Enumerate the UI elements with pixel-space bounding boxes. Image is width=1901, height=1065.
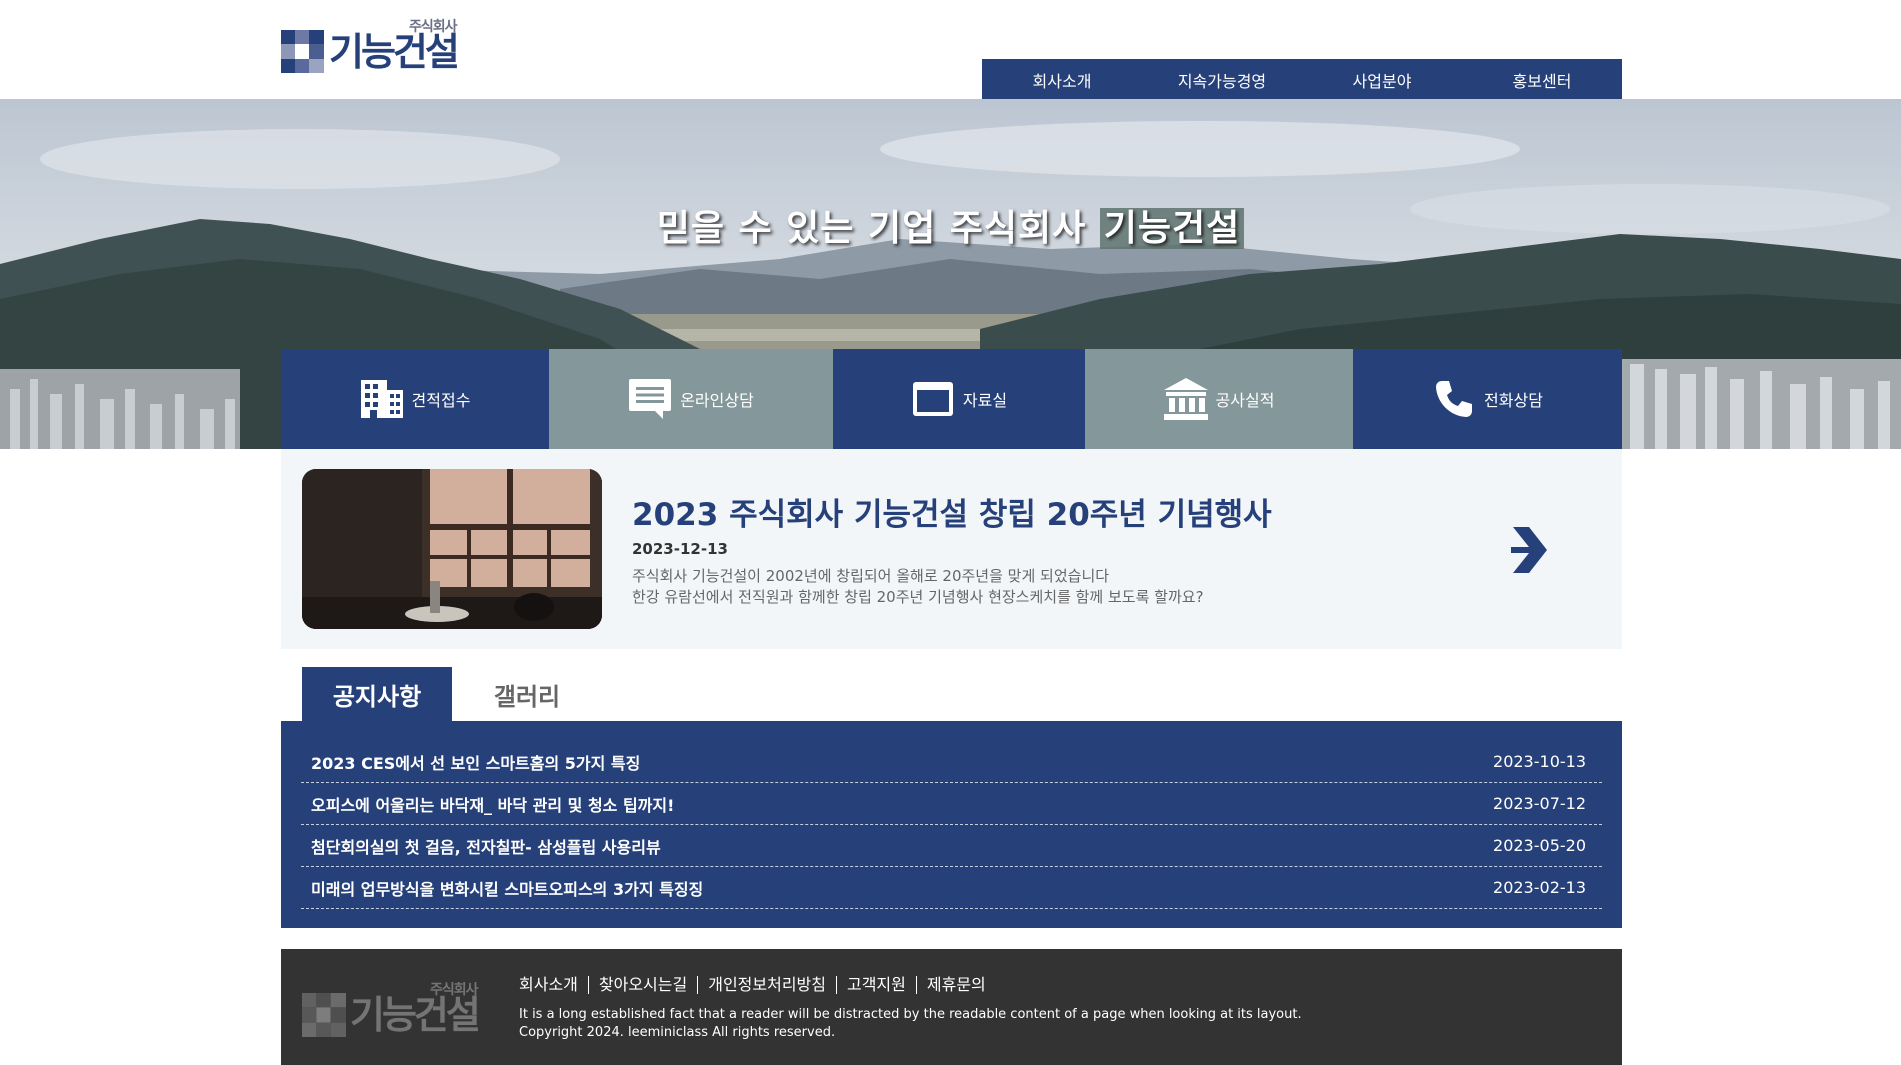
notice-date: 2023-10-13 <box>1493 752 1586 771</box>
notice-title: 오피스에 어울리는 바닥재_ 바닥 관리 및 청소 팁까지! <box>311 795 675 815</box>
nav-item-pr[interactable]: 홍보센터 <box>1462 59 1622 100</box>
chat-icon <box>628 377 672 421</box>
news-description-line: 한강 유람선에서 전직원과 함께한 창립 20주년 기념행사 현장스케치를 함께… <box>632 588 1204 606</box>
quick-estimate[interactable]: 견적접수 <box>281 349 549 449</box>
footer-logo: 주식회사 기능건설 <box>302 979 492 1039</box>
header: 주식회사 기능건설 회사소개 지속가능경영 사업분야 홍보센터 <box>0 0 1901 100</box>
notice-date: 2023-05-20 <box>1493 836 1586 855</box>
quick-phone-consult-label: 전화상담 <box>1484 391 1543 410</box>
hero-title-highlight: 기능건설 <box>1099 208 1245 249</box>
notice-date: 2023-07-12 <box>1493 794 1586 813</box>
quick-online-consult-label: 온라인상담 <box>680 391 754 410</box>
logo-mark <box>281 30 324 73</box>
nav-item-about[interactable]: 회사소개 <box>982 59 1142 100</box>
page: 주식회사 기능건설 회사소개 지속가능경영 사업분야 홍보센터 믿을 수 있는 … <box>0 0 1901 1065</box>
quick-online-consult[interactable]: 온라인상담 <box>549 349 833 449</box>
news-description: 주식회사 기능건설이 2002년에 창립되어 올해로 20주년을 맞게 되었습니… <box>632 566 1204 608</box>
footer-links: 회사소개 찾아오시는길 개인정보처리방침 고객지원 제휴문의 <box>519 976 996 994</box>
notice-date: 2023-02-13 <box>1493 878 1586 897</box>
quick-estimate-label: 견적접수 <box>411 391 471 410</box>
footer-copyright: Copyright 2024. leeminiclass All rights … <box>519 1025 836 1040</box>
logo[interactable]: 주식회사 기능건설 <box>281 16 473 76</box>
footer: 주식회사 기능건설 회사소개 찾아오시는길 개인정보처리방침 고객지원 제휴문의… <box>281 949 1622 1065</box>
quick-archive[interactable]: 자료실 <box>833 349 1085 449</box>
news-description-line: 주식회사 기능건설이 2002년에 창립되어 올해로 20주년을 맞게 되었습니… <box>632 567 1110 585</box>
arrow-right-icon[interactable] <box>1509 525 1549 575</box>
notice-board: 2023 CES에서 선 보인 스마트홈의 5가지 특징 2023-10-13 … <box>281 721 1622 928</box>
quick-archive-label: 자료실 <box>962 391 1008 410</box>
quick-portfolio-label: 공사실적 <box>1215 391 1275 410</box>
tab-gallery[interactable]: 갤러리 <box>452 667 602 721</box>
quick-portfolio[interactable]: 공사실적 <box>1085 349 1353 449</box>
news-title[interactable]: 2023 주식회사 기능건설 창립 20주년 기념행사 <box>632 489 1272 534</box>
notice-title: 첨단회의실의 첫 걸음, 전자칠판- 삼성플립 사용리뷰 <box>311 837 661 857</box>
footer-link-about[interactable]: 회사소개 <box>519 976 588 994</box>
hero-title-text: 믿을 수 있는 기업 주식회사 <box>656 208 1100 249</box>
nav-item-sustainability[interactable]: 지속가능경영 <box>1142 59 1302 100</box>
tab-notice[interactable]: 공지사항 <box>302 667 452 721</box>
phone-icon <box>1432 377 1476 421</box>
main-nav: 회사소개 지속가능경영 사업분야 홍보센터 <box>982 59 1622 100</box>
notice-title: 미래의 업무방식을 변화시킬 스마트오피스의 3가지 특징징 <box>311 879 704 899</box>
notice-title: 2023 CES에서 선 보인 스마트홈의 5가지 특징 <box>311 753 641 773</box>
footer-logo-title: 기능건설 <box>350 993 481 1037</box>
notice-row[interactable]: 오피스에 어울리는 바닥재_ 바닥 관리 및 청소 팁까지! 2023-07-1… <box>301 783 1602 825</box>
notice-row[interactable]: 미래의 업무방식을 변화시킬 스마트오피스의 3가지 특징징 2023-02-1… <box>301 867 1602 909</box>
quick-menu: 견적접수 온라인상담 자료실 공사실적 전화상담 <box>281 349 1622 449</box>
building-icon <box>360 377 404 421</box>
news-image[interactable] <box>302 469 602 629</box>
footer-link-privacy[interactable]: 개인정보처리방침 <box>697 976 836 994</box>
folder-icon <box>911 377 955 421</box>
footer-text: It is a long established fact that a rea… <box>519 1007 1302 1022</box>
bank-icon <box>1163 377 1208 421</box>
footer-link-directions[interactable]: 찾아오시는길 <box>587 976 697 994</box>
footer-logo-mark <box>302 993 346 1037</box>
board-tabs: 공지사항 갤러리 <box>281 667 1622 721</box>
logo-title: 기능건설 <box>329 30 460 74</box>
quick-phone-consult[interactable]: 전화상담 <box>1353 349 1622 449</box>
news-date: 2023-12-13 <box>632 540 728 558</box>
nav-item-business[interactable]: 사업분야 <box>1302 59 1462 100</box>
footer-copy: It is a long established fact that a rea… <box>519 1006 1302 1042</box>
news-feature: 2023 주식회사 기능건설 창립 20주년 기념행사 2023-12-13 주… <box>281 449 1622 649</box>
hero-title: 믿을 수 있는 기업 주식회사 기능건설 <box>0 199 1901 251</box>
notice-row[interactable]: 첨단회의실의 첫 걸음, 전자칠판- 삼성플립 사용리뷰 2023-05-20 <box>301 825 1602 867</box>
footer-link-partnership[interactable]: 제휴문의 <box>915 976 996 994</box>
footer-link-support[interactable]: 고객지원 <box>835 976 916 994</box>
notice-row[interactable]: 2023 CES에서 선 보인 스마트홈의 5가지 특징 2023-10-13 <box>301 741 1602 783</box>
